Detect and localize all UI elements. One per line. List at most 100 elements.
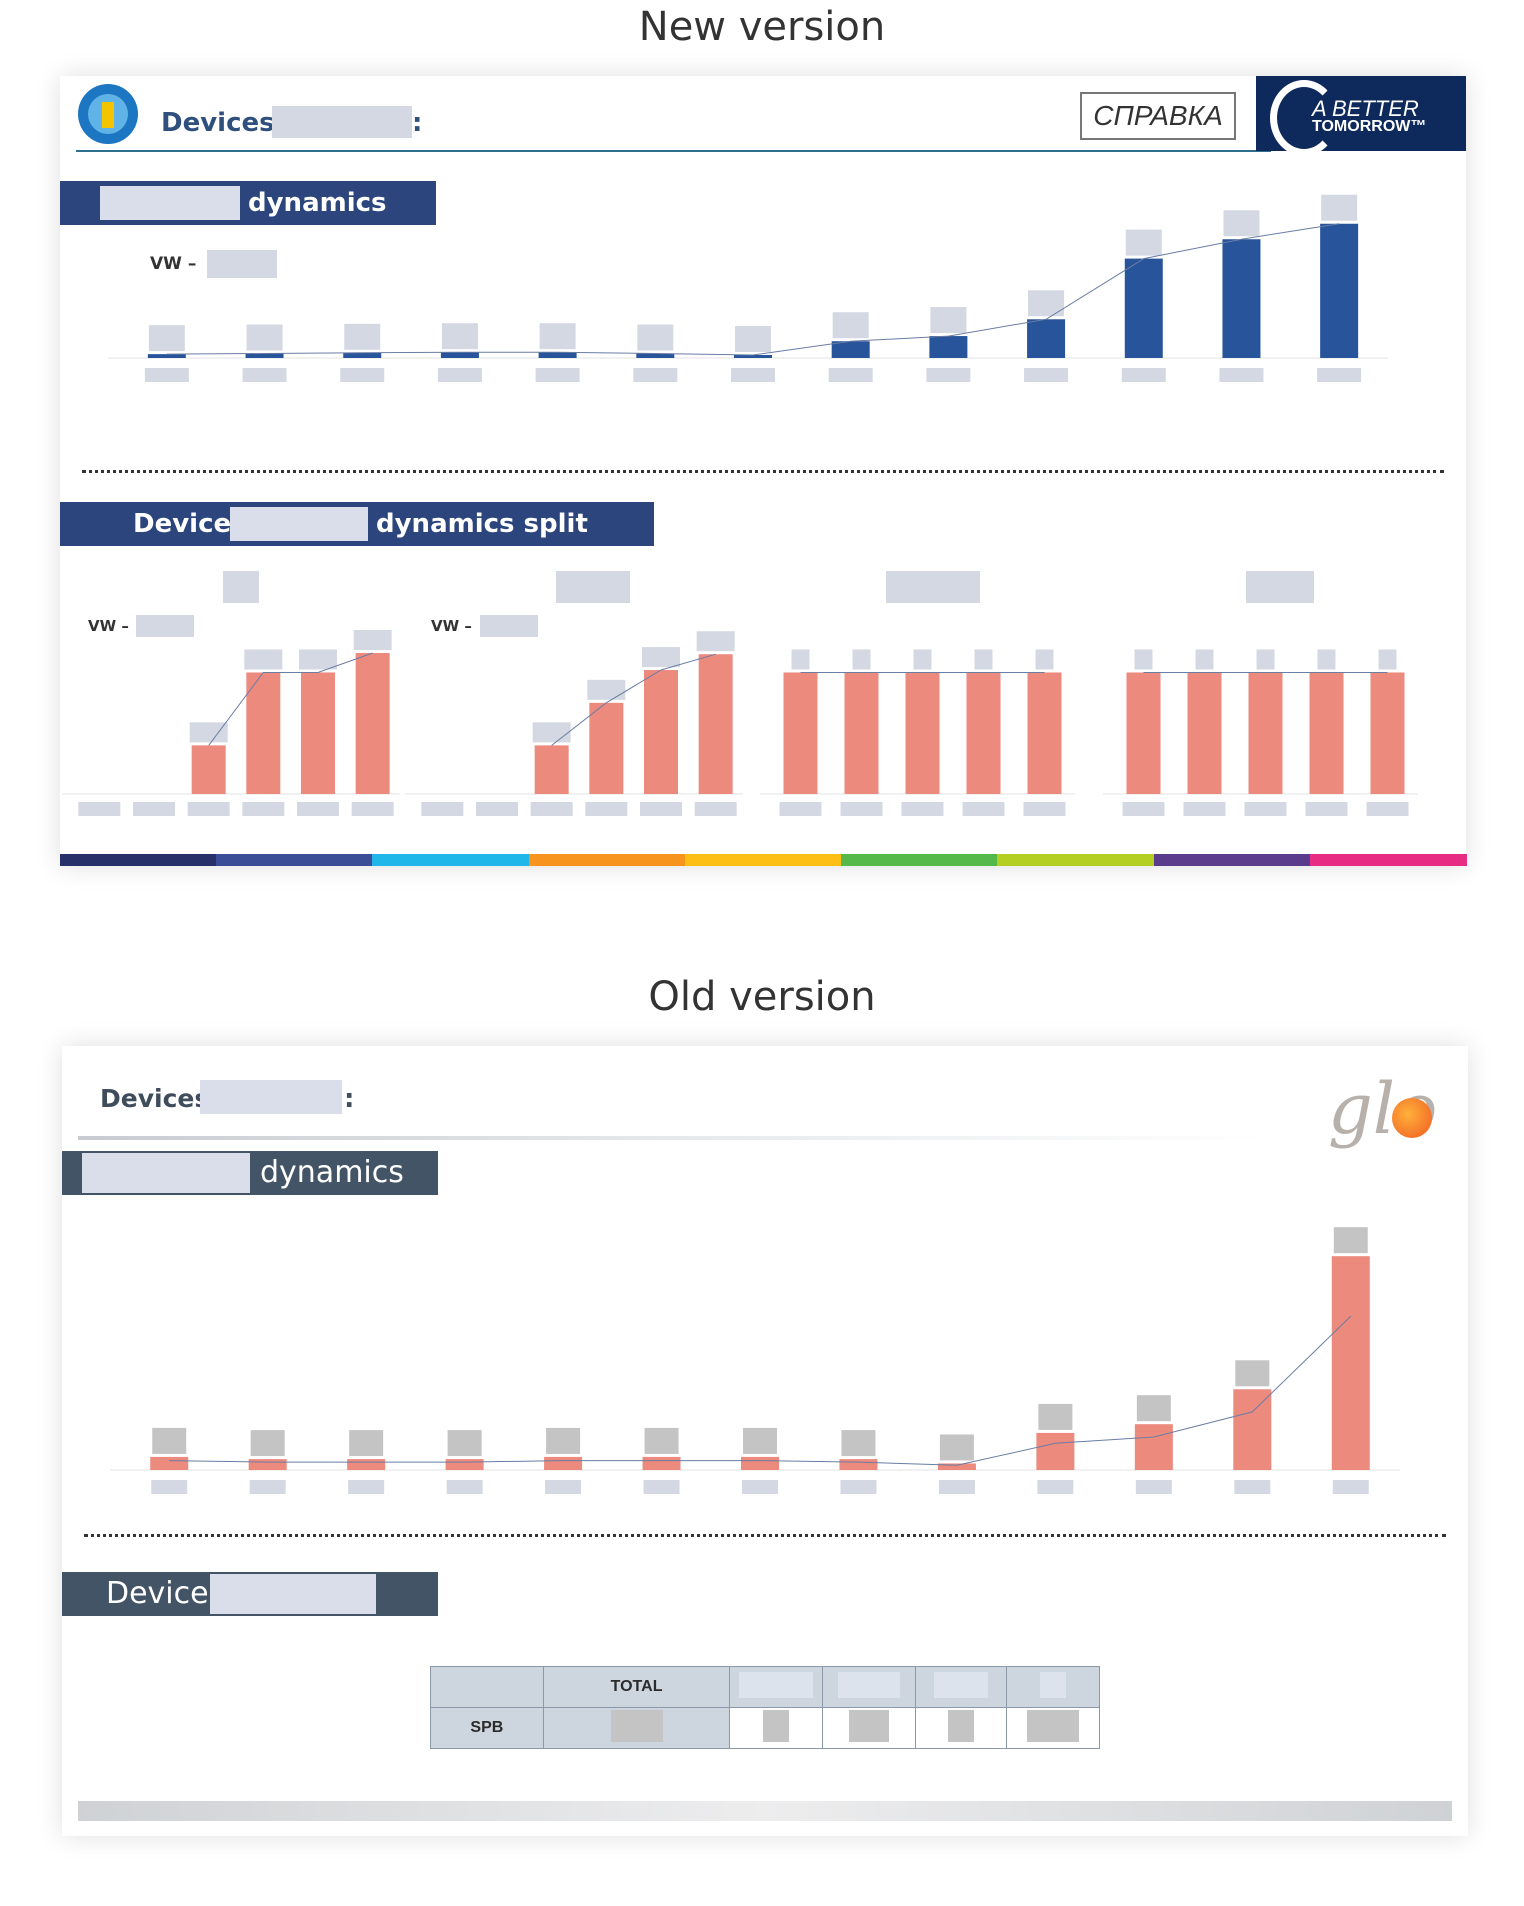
table-row: SPB xyxy=(430,1707,1100,1749)
split1-bar xyxy=(355,653,390,794)
split4-bar xyxy=(1309,672,1344,794)
split1-tick-label xyxy=(297,802,339,816)
split3-data-label xyxy=(974,649,993,670)
stripe-segment xyxy=(841,854,999,866)
old-version-title: Old version xyxy=(648,974,876,1020)
old-main-data-label xyxy=(743,1427,777,1454)
split1-data-label xyxy=(189,722,228,743)
old-main-bar xyxy=(642,1456,681,1470)
new-split-charts xyxy=(62,630,1418,816)
old-main-tick-label xyxy=(840,1480,877,1494)
split2-data-label xyxy=(532,722,571,743)
split1-data-label xyxy=(353,630,392,651)
table-total-header: TOTAL xyxy=(542,1666,731,1708)
old-main-tick-label xyxy=(643,1480,680,1494)
split4-data-label xyxy=(1378,649,1397,670)
split4-data-label xyxy=(1317,649,1336,670)
split2-tick-label xyxy=(476,802,518,816)
split4-tick-label xyxy=(1305,802,1348,816)
split2-bar xyxy=(644,670,678,794)
split1-bar xyxy=(191,745,226,794)
split4-bar xyxy=(1187,672,1222,794)
old-main-bar xyxy=(839,1459,878,1470)
split4-bar xyxy=(1248,672,1283,794)
old-main-bar xyxy=(248,1459,287,1470)
old-footer-bar xyxy=(78,1801,1452,1821)
split2-data-label xyxy=(642,647,680,668)
old-main-data-label xyxy=(250,1430,285,1457)
table-row-label: SPB xyxy=(430,1707,544,1749)
old-main-data-label xyxy=(1333,1227,1368,1254)
split2-bar xyxy=(698,654,733,794)
split3-data-label xyxy=(913,649,932,670)
old-main-data-label xyxy=(1235,1360,1270,1387)
old-slide: Devices : glo dynamics Device TOTAL SPB xyxy=(62,1046,1468,1836)
split2-data-label xyxy=(587,679,626,700)
old-main-tick-label xyxy=(1332,1480,1369,1494)
old-main-tick-label xyxy=(1037,1480,1074,1494)
stripe-segment xyxy=(216,854,374,866)
split1-tick-label xyxy=(351,802,394,816)
old-main-bar xyxy=(544,1456,583,1470)
old-dynamics-chart xyxy=(110,1227,1400,1494)
split4-tick-label xyxy=(1183,802,1226,816)
color-stripe xyxy=(60,854,1467,866)
old-summary-table: TOTAL SPB xyxy=(430,1666,1100,1749)
split1-tick-label xyxy=(187,802,230,816)
old-section2-placeholder xyxy=(210,1574,376,1614)
split2-tick-label xyxy=(530,802,573,816)
old-main-data-label xyxy=(644,1427,679,1454)
split3-data-label xyxy=(852,649,871,670)
old-main-bar xyxy=(150,1456,189,1470)
old-main-data-label xyxy=(546,1427,581,1454)
split1-bar xyxy=(301,672,335,794)
split3-tick-label xyxy=(1023,802,1066,816)
stripe-segment xyxy=(684,854,843,866)
split2-trend-line xyxy=(551,653,716,746)
split3-data-label xyxy=(791,649,810,670)
stripe-segment xyxy=(60,854,218,866)
split1-tick-label xyxy=(133,802,175,816)
old-section-divider xyxy=(84,1534,1446,1537)
split2-data-label xyxy=(696,631,735,652)
old-main-tick-label xyxy=(742,1480,778,1494)
old-main-data-label xyxy=(152,1427,187,1454)
old-main-bar xyxy=(1036,1432,1075,1470)
split3-tick-label xyxy=(840,802,883,816)
split4-data-label xyxy=(1256,649,1275,670)
split1-data-label xyxy=(299,649,337,670)
old-main-data-label xyxy=(1038,1403,1073,1430)
old-main-tick-label xyxy=(151,1480,188,1494)
split3-tick-label xyxy=(962,802,1005,816)
split2-bar xyxy=(534,745,569,794)
split1-trend-line xyxy=(208,652,373,746)
table-header-row: TOTAL xyxy=(430,1666,1100,1708)
old-main-data-label xyxy=(1136,1395,1171,1422)
stripe-segment xyxy=(528,854,686,866)
split2-bar xyxy=(589,702,624,794)
split3-tick-label xyxy=(779,802,822,816)
old-main-tick-label xyxy=(348,1480,385,1494)
old-main-bar xyxy=(1331,1256,1370,1470)
old-main-bar xyxy=(445,1459,484,1470)
split3-bar xyxy=(905,672,940,794)
split3-bar xyxy=(844,672,879,794)
split4-tick-label xyxy=(1244,802,1287,816)
old-main-tick-label xyxy=(938,1480,975,1494)
old-main-tick-label xyxy=(545,1480,582,1494)
old-main-data-label xyxy=(841,1430,876,1457)
split3-bar xyxy=(783,672,818,794)
stripe-segment xyxy=(997,854,1155,866)
split4-bar xyxy=(1126,672,1161,794)
new-slide: Devices : СПРАВКА A BETTER TOMORROW™ dyn… xyxy=(60,76,1467,866)
split4-bar xyxy=(1370,672,1405,794)
split3-bar xyxy=(966,672,1001,794)
split4-tick-label xyxy=(1366,802,1409,816)
old-main-tick-label xyxy=(1135,1480,1172,1494)
stripe-segment xyxy=(372,854,530,866)
old-main-data-label xyxy=(349,1430,384,1457)
split2-tick-label xyxy=(585,802,628,816)
split1-tick-label xyxy=(78,802,121,816)
stripe-segment xyxy=(1153,854,1311,866)
old-main-tick-label xyxy=(1234,1480,1271,1494)
